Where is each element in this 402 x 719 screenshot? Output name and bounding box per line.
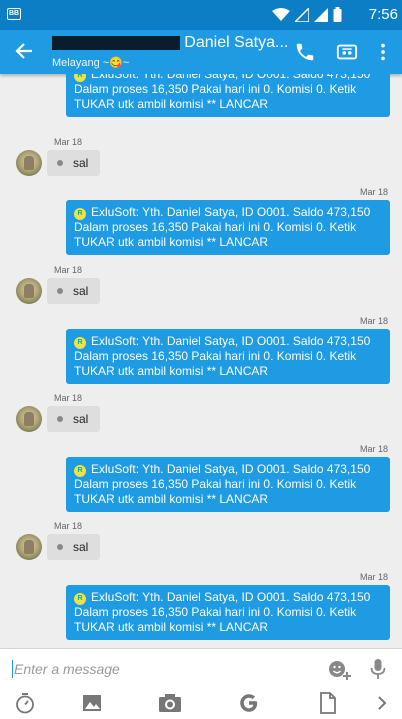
wifi-icon [272, 7, 290, 21]
status-icons [272, 7, 342, 22]
delivered-dot-icon [57, 160, 63, 166]
chat-header: Daniel Satya... Melayang ~😋~ [0, 30, 402, 74]
file-icon[interactable] [317, 692, 339, 714]
conversation[interactable]: R ExluSoft: Yth. Daniel Satya, ID O001. S… [0, 74, 402, 648]
message-timestamp: Mar 18 [359, 444, 388, 454]
video-call-icon[interactable] [336, 41, 358, 63]
bbm-notification-icon: BB [7, 8, 21, 20]
delivered-dot-icon [57, 544, 63, 550]
message-text: ExluSoft: Yth. Daniel Satya, ID O001. Sa… [74, 205, 371, 249]
read-receipt-icon: R [74, 74, 86, 82]
message-text: sal [73, 412, 89, 426]
outgoing-message[interactable]: Mar 18 R ExluSoft: Yth. Daniel Satya, ID … [66, 444, 390, 512]
message-bubble[interactable]: sal [47, 278, 101, 304]
message-timestamp: Mar 18 [54, 521, 83, 531]
outgoing-message[interactable]: Mar 18 R ExluSoft: Yth. Daniel Satya, ID … [66, 572, 390, 640]
message-bubble[interactable]: sal [47, 534, 101, 560]
camera-icon[interactable] [158, 692, 182, 714]
google-icon[interactable] [238, 692, 260, 714]
delivered-dot-icon [57, 288, 63, 294]
phone-icon[interactable] [294, 41, 316, 63]
delivered-dot-icon [57, 416, 63, 422]
message-bubble[interactable]: R ExluSoft: Yth. Daniel Satya, ID O001. S… [66, 585, 390, 640]
read-receipt-icon: R [74, 593, 86, 605]
message-bubble[interactable]: R ExluSoft: Yth. Daniel Satya, ID O001. S… [66, 329, 390, 384]
timer-icon[interactable] [14, 692, 36, 714]
back-arrow-icon[interactable] [14, 40, 34, 62]
message-timestamp: Mar 18 [54, 393, 83, 403]
outgoing-message[interactable]: R ExluSoft: Yth. Daniel Satya, ID O001. S… [66, 74, 390, 117]
contact-name: Daniel Satya... [184, 34, 287, 51]
message-bubble[interactable]: sal [47, 150, 101, 176]
message-timestamp: Mar 18 [54, 265, 83, 275]
message-input[interactable]: Enter a message [14, 661, 120, 677]
read-receipt-icon: R [74, 465, 86, 477]
battery-icon [333, 7, 342, 22]
incoming-message[interactable]: Mar 18 sal [14, 265, 214, 311]
overflow-menu-icon[interactable] [374, 41, 392, 63]
message-text: ExluSoft: Yth. Daniel Satya, ID O001. Sa… [74, 462, 371, 506]
read-receipt-icon: R [74, 208, 86, 220]
message-timestamp: Mar 18 [359, 572, 388, 582]
contact-title[interactable]: Daniel Satya... [52, 33, 287, 53]
attachment-toolbar [0, 688, 402, 719]
read-receipt-icon: R [74, 337, 86, 349]
outgoing-message[interactable]: Mar 18 R ExluSoft: Yth. Daniel Satya, ID … [66, 316, 390, 384]
avatar[interactable] [16, 278, 42, 304]
incoming-message[interactable]: Mar 18 sal [14, 137, 214, 183]
signal-icon [314, 7, 328, 22]
message-timestamp: Mar 18 [359, 316, 388, 326]
outgoing-message[interactable]: Mar 18 R ExluSoft: Yth. Daniel Satya, ID … [66, 187, 390, 255]
signal-off-icon [295, 7, 309, 22]
gallery-icon[interactable] [81, 692, 103, 714]
microphone-icon[interactable] [368, 658, 388, 680]
message-bubble[interactable]: R ExluSoft: Yth. Daniel Satya, ID O001. S… [66, 74, 390, 117]
message-bubble[interactable]: R ExluSoft: Yth. Daniel Satya, ID O001. S… [66, 200, 390, 255]
message-text: sal [73, 156, 89, 170]
incoming-message[interactable]: Mar 18 sal [14, 393, 214, 439]
message-timestamp: Mar 18 [359, 187, 388, 197]
avatar[interactable] [16, 150, 42, 176]
message-text: ExluSoft: Yth. Daniel Satya, ID O001. Sa… [74, 74, 371, 111]
message-timestamp: Mar 18 [54, 137, 83, 147]
message-bubble[interactable]: sal [47, 406, 101, 432]
chevron-right-icon[interactable] [374, 692, 390, 714]
message-text: ExluSoft: Yth. Daniel Satya, ID O001. Sa… [74, 334, 371, 378]
message-text: sal [73, 540, 89, 554]
contact-status: Melayang ~😋~ [52, 57, 130, 69]
compose-bar: Enter a message [0, 648, 402, 688]
message-text: ExluSoft: Yth. Daniel Satya, ID O001. Sa… [74, 590, 371, 634]
message-text: sal [73, 284, 89, 298]
emoticon-add-icon[interactable] [327, 658, 351, 680]
message-bubble[interactable]: R ExluSoft: Yth. Daniel Satya, ID O001. S… [66, 457, 390, 512]
avatar[interactable] [16, 534, 42, 560]
incoming-message[interactable]: Mar 18 sal [14, 521, 214, 567]
clock: 7:56 [368, 6, 398, 23]
avatar[interactable] [16, 406, 42, 432]
redacted-name [52, 36, 181, 50]
text-cursor [12, 660, 13, 678]
status-bar: BB 7:56 [0, 0, 402, 30]
